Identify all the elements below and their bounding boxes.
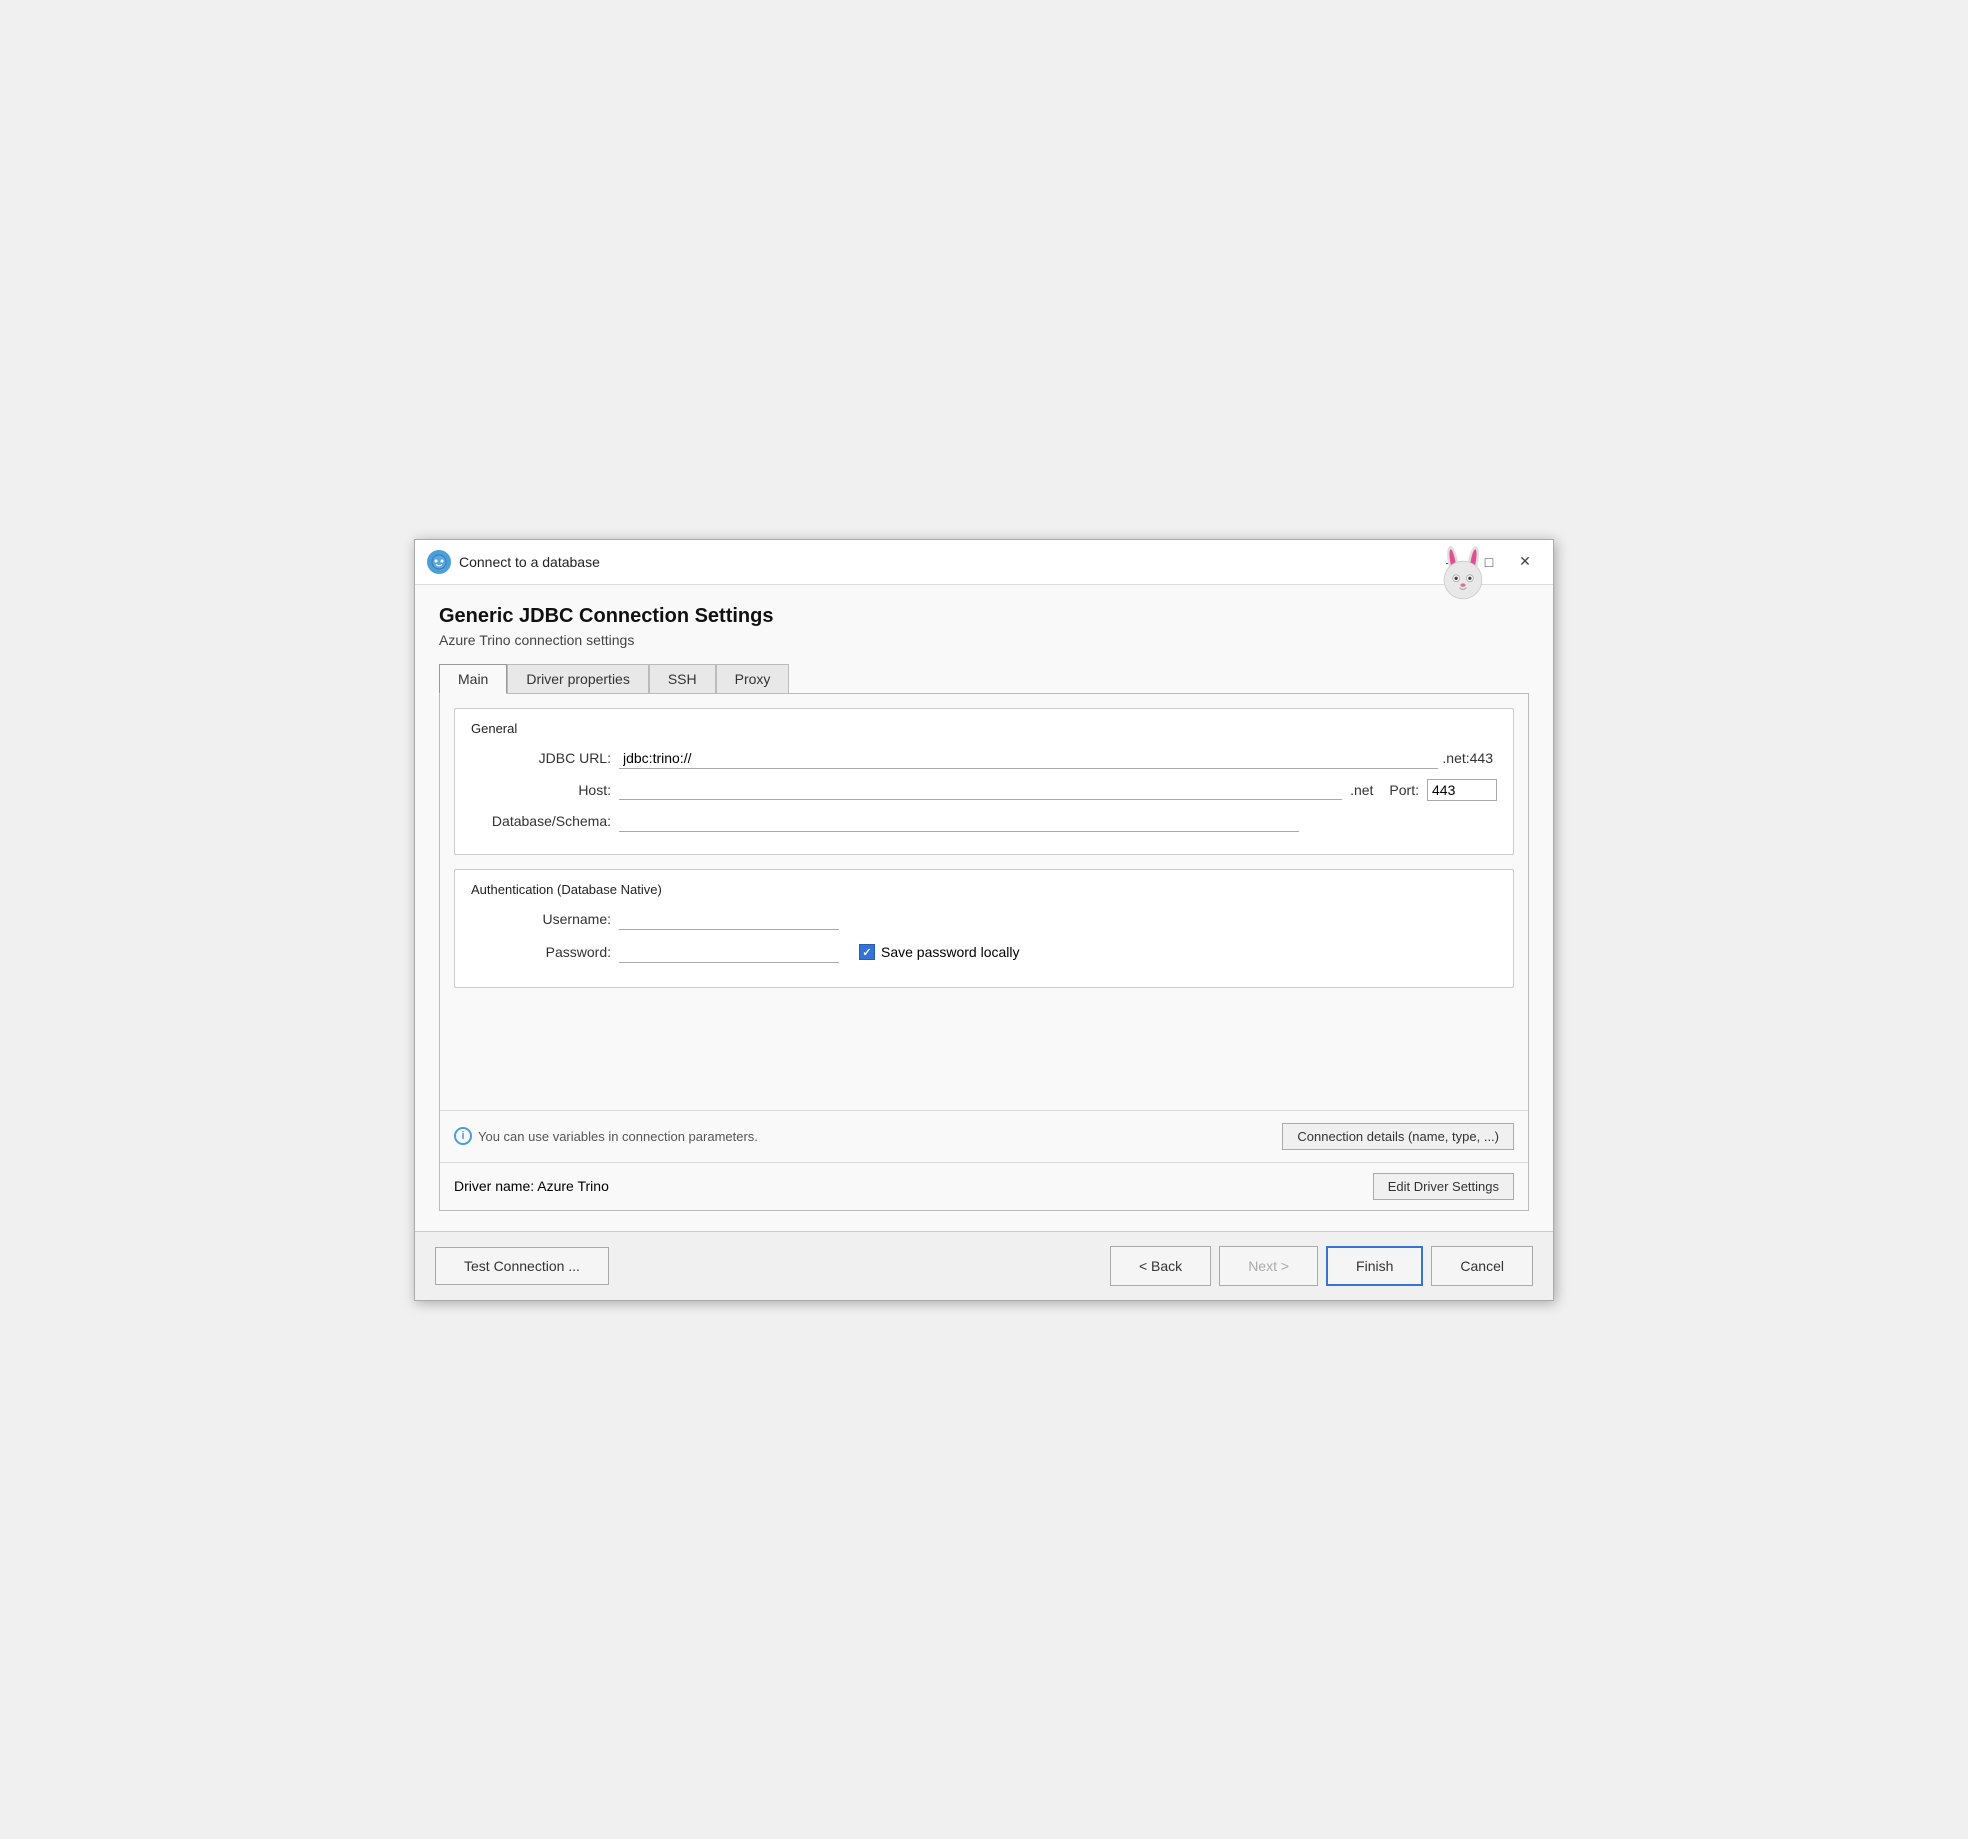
edit-driver-settings-button[interactable]: Edit Driver Settings [1373, 1173, 1514, 1200]
back-button[interactable]: < Back [1110, 1246, 1211, 1286]
driver-name-label: Driver name: [454, 1178, 534, 1194]
password-input[interactable] [619, 942, 839, 963]
jdbc-url-label: JDBC URL: [471, 750, 611, 766]
info-icon: i [454, 1127, 472, 1145]
username-row: Username: [471, 909, 1497, 930]
driver-row: Driver name: Azure Trino Edit Driver Set… [440, 1162, 1528, 1210]
jdbc-url-suffix: .net:443 [1438, 748, 1497, 768]
connection-details-button[interactable]: Connection details (name, type, ...) [1282, 1123, 1514, 1150]
db-schema-label: Database/Schema: [471, 813, 611, 829]
tab-driver-properties[interactable]: Driver properties [507, 664, 648, 693]
auth-section-title: Authentication (Database Native) [471, 882, 1497, 897]
info-left: i You can use variables in connection pa… [454, 1127, 758, 1145]
driver-name-value: Azure Trino [537, 1178, 609, 1194]
host-input[interactable] [619, 779, 1342, 800]
host-suffix: .net [1350, 782, 1373, 798]
save-password-checkbox[interactable] [859, 944, 875, 960]
app-icon [427, 550, 451, 574]
general-section-title: General [471, 721, 1497, 736]
host-row: Host: .net Port: [471, 779, 1497, 801]
window-title: Connect to a database [459, 554, 600, 570]
jdbc-url-row: JDBC URL: .net:443 [471, 748, 1497, 769]
main-window: Connect to a database [414, 539, 1554, 1301]
page-subtitle: Azure Trino connection settings [439, 632, 1529, 648]
bottom-bar: Test Connection ... < Back Next > Finish… [415, 1231, 1553, 1300]
save-password-label: Save password locally [881, 944, 1020, 960]
tab-ssh[interactable]: SSH [649, 664, 716, 693]
test-connection-button[interactable]: Test Connection ... [435, 1247, 609, 1285]
info-bar: i You can use variables in connection pa… [440, 1110, 1528, 1162]
password-row: Password: Save password locally [471, 942, 1497, 963]
close-button[interactable]: ✕ [1509, 550, 1541, 574]
bunny-logo [1433, 544, 1493, 604]
next-button[interactable]: Next > [1219, 1246, 1318, 1286]
spacer [440, 1002, 1528, 1102]
tabs-bar: Main Driver properties SSH Proxy [439, 664, 1529, 693]
save-password-row: Save password locally [859, 944, 1020, 960]
db-schema-row: Database/Schema: [471, 811, 1497, 832]
host-label: Host: [471, 782, 611, 798]
port-label: Port: [1389, 782, 1419, 798]
jdbc-url-input-group: .net:443 [619, 748, 1497, 769]
info-text: You can use variables in connection para… [478, 1129, 758, 1144]
bottom-left-buttons: Test Connection ... [435, 1247, 609, 1285]
tab-main[interactable]: Main [439, 664, 507, 694]
title-bar: Connect to a database [415, 540, 1553, 585]
page-title: Generic JDBC Connection Settings [439, 605, 1529, 628]
content-area: Generic JDBC Connection Settings Azure T… [415, 585, 1553, 1231]
password-label: Password: [471, 944, 611, 960]
title-bar-left: Connect to a database [427, 550, 1437, 574]
auth-section: Authentication (Database Native) Usernam… [454, 869, 1514, 988]
username-label: Username: [471, 911, 611, 927]
jdbc-url-input[interactable] [619, 748, 1438, 769]
finish-button[interactable]: Finish [1326, 1246, 1423, 1286]
driver-name: Driver name: Azure Trino [454, 1178, 609, 1194]
cancel-button[interactable]: Cancel [1431, 1246, 1533, 1286]
bottom-right-buttons: < Back Next > Finish Cancel [1110, 1246, 1533, 1286]
username-input[interactable] [619, 909, 839, 930]
host-input-group: .net [619, 779, 1373, 800]
tab-proxy[interactable]: Proxy [716, 664, 790, 693]
main-panel: General JDBC URL: .net:443 Host: .net [439, 693, 1529, 1211]
general-section: General JDBC URL: .net:443 Host: .net [454, 708, 1514, 855]
port-input[interactable] [1427, 779, 1497, 801]
logo-area [1433, 544, 1493, 607]
db-schema-input[interactable] [619, 811, 1299, 832]
